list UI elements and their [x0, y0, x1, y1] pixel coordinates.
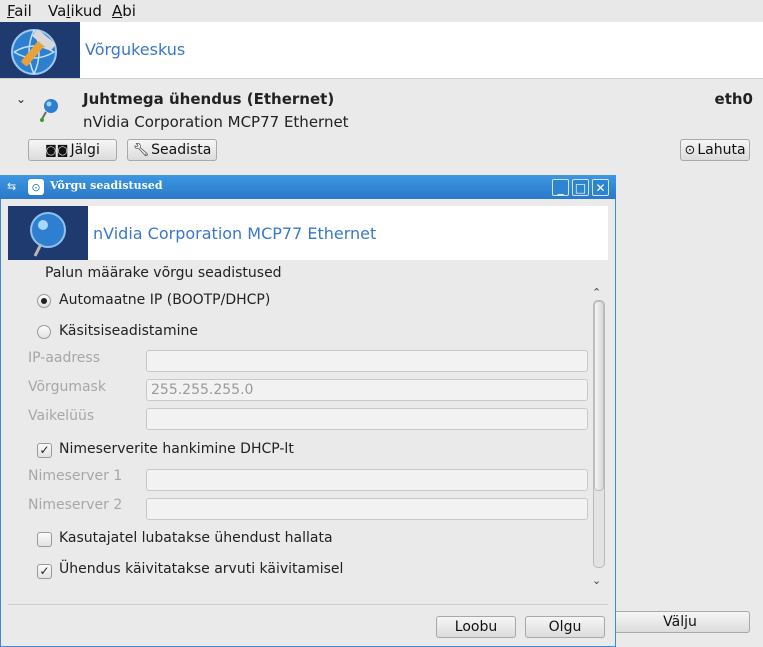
gateway-label: Vaikelüüs	[28, 408, 95, 424]
gateway-field[interactable]	[146, 408, 588, 430]
network-device-icon	[38, 97, 62, 127]
settings-prompt: Palun määrake võrgu seadistused	[45, 265, 282, 281]
close-icon[interactable]: ✕	[592, 179, 609, 196]
dialog-title: Võrgu seadistused	[50, 179, 163, 192]
nameserver1-field[interactable]	[146, 469, 588, 491]
connection-description: nVidia Corporation MCP77 Ethernet	[83, 113, 349, 131]
ip-address-field[interactable]	[146, 350, 588, 372]
checkbox-users-manage-label[interactable]: Kasutajatel lubatakse ühendust hallata	[59, 530, 333, 546]
window-menu-icon[interactable]: ⇆	[7, 180, 16, 193]
network-card-icon	[8, 206, 88, 260]
ip-address-label: IP-aadress	[28, 350, 101, 366]
radio-auto-ip-label[interactable]: Automaatne IP (BOOTP/DHCP)	[59, 292, 270, 308]
stop-icon: ⊙	[684, 142, 696, 158]
menu-file[interactable]: Fail	[7, 2, 32, 20]
minimize-icon[interactable]: _	[552, 179, 569, 196]
radio-auto-ip[interactable]	[37, 294, 51, 308]
connection-title: Juhtmega ühendus (Ethernet)	[83, 90, 335, 108]
menu-options[interactable]: Valikud	[48, 2, 102, 20]
cancel-button[interactable]: Loobu	[436, 616, 516, 638]
menu-help[interactable]: Abi	[112, 2, 136, 20]
nameserver1-label: Nimeserver 1	[28, 468, 123, 484]
radio-manual[interactable]	[37, 325, 51, 339]
checkbox-users-manage[interactable]	[37, 532, 52, 547]
configure-button[interactable]: 🔧︎ Seadista	[127, 139, 217, 161]
maximize-icon[interactable]: □	[572, 179, 589, 196]
checkbox-dhcp-dns[interactable]: ✓	[37, 443, 52, 458]
monitor-button[interactable]: ◙◙ Jälgi	[28, 139, 117, 161]
disconnect-button[interactable]: ⊙ Lahuta	[680, 139, 750, 161]
dialog-header-title: nVidia Corporation MCP77 Ethernet	[93, 224, 377, 243]
menubar: Fail Valikud Abi	[0, 0, 763, 22]
nameserver2-label: Nimeserver 2	[28, 497, 123, 513]
nameserver2-field[interactable]	[146, 498, 588, 520]
app-logo-icon	[0, 22, 80, 78]
scroll-down-icon[interactable]: ⌄	[592, 574, 601, 587]
binoculars-icon: ◙◙	[45, 143, 69, 157]
scroll-up-icon[interactable]: ⌃	[592, 286, 601, 299]
checkbox-start-boot[interactable]: ✓	[37, 564, 52, 579]
app-title: Võrgukeskus	[85, 40, 186, 59]
connection-interface: eth0	[714, 90, 753, 108]
checkbox-dhcp-dns-label[interactable]: Nimeserverite hankimine DHCP-lt	[59, 441, 294, 457]
netmask-field[interactable]: 255.255.255.0	[146, 379, 588, 401]
checkbox-start-boot-label[interactable]: Ühendus käivitatakse arvuti käivitamisel	[59, 561, 343, 577]
app-window-icon: ⊙	[28, 179, 44, 195]
netmask-label: Võrgumask	[28, 379, 106, 395]
dialog-separator	[8, 604, 608, 605]
ok-button[interactable]: Olgu	[525, 616, 605, 638]
quit-button[interactable]: Välju	[610, 611, 750, 633]
chevron-down-icon[interactable]: ⌄	[16, 92, 26, 106]
scrollbar-thumb[interactable]	[594, 301, 604, 491]
radio-manual-label[interactable]: Käsitsiseadistamine	[59, 323, 198, 339]
wrench-icon: 🔧︎	[132, 142, 150, 158]
